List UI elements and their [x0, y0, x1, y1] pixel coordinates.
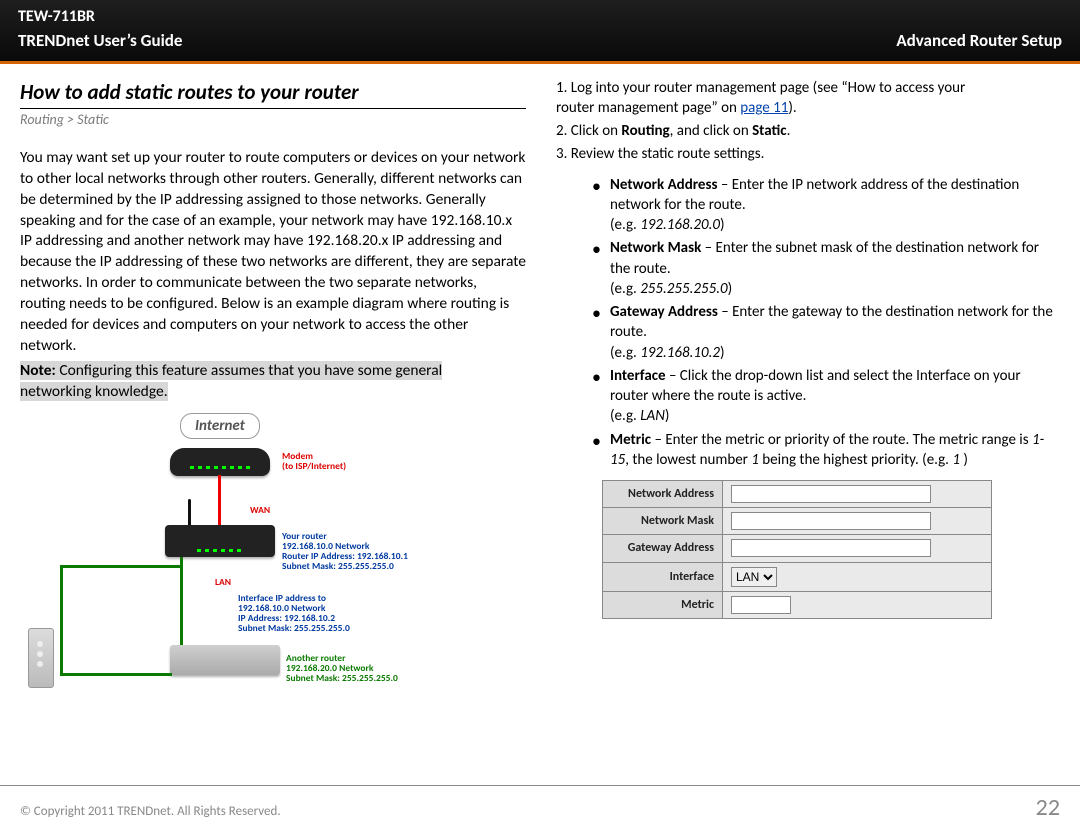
bullet-gateway-address: Gateway Address – Enter the gateway to t… — [592, 302, 1060, 363]
row-label-network-mask: Network Mask — [603, 508, 723, 535]
modem-icon — [170, 448, 270, 476]
gateway-address-input[interactable] — [731, 539, 931, 557]
row-label-gateway-address: Gateway Address — [603, 535, 723, 562]
intro-paragraph: You may want set up your router to route… — [20, 148, 526, 357]
step-2: 2. Click on Routing, and click on Static… — [556, 121, 1060, 141]
guide-title: TRENDnet User’s Guide — [18, 30, 182, 53]
bullet-network-mask: Network Mask – Enter the subnet mask of … — [592, 238, 1060, 299]
internet-label: Internet — [180, 413, 260, 439]
wire-lan-h — [60, 565, 182, 568]
row-label-network-address: Network Address — [603, 481, 723, 508]
right-column: 1. Log into your router management page … — [554, 78, 1060, 713]
steps: 1. Log into your router management page … — [556, 78, 1060, 165]
another-router-icon — [170, 645, 280, 675]
table-row: Gateway Address — [603, 535, 992, 562]
wire-lan-to-switch-l — [60, 565, 63, 675]
router-icon — [165, 525, 275, 557]
wire-switch-h — [60, 673, 172, 676]
bullet-metric: Metric – Enter the metric or priority of… — [592, 430, 1060, 471]
static-route-table: Network Address Network Mask Gateway Add… — [602, 480, 992, 619]
header-section: Advanced Router Setup — [896, 30, 1062, 53]
step-1: 1. Log into your router management page … — [556, 78, 1060, 119]
bullet-network-address: Network Address – Enter the IP network a… — [592, 175, 1060, 236]
table-row: Metric — [603, 591, 992, 618]
copyright: © Copyright 2011 TRENDnet. All Rights Re… — [20, 803, 281, 821]
lan-label: LAN — [215, 577, 231, 587]
section-title: How to add static routes to your router — [20, 78, 526, 109]
yr-mask: Subnet Mask: 255.255.255.0 — [282, 561, 394, 571]
note-lead: Note: — [20, 361, 56, 380]
wan-label: WAN — [250, 505, 270, 515]
note-rest: Configuring this feature assumes that yo… — [56, 361, 442, 380]
param-bullets: Network Address – Enter the IP network a… — [592, 175, 1060, 471]
model-code: TEW-711BR — [18, 6, 182, 28]
step-3: 3. Review the static route settings. — [556, 144, 1060, 164]
network-diagram: Internet Modem (to ISP/Internet) WAN You… — [20, 413, 440, 713]
metric-input[interactable] — [731, 596, 791, 614]
page-header: TEW-711BR TRENDnet User’s Guide Advanced… — [0, 0, 1080, 64]
network-address-input[interactable] — [731, 485, 931, 503]
bullet-interface: Interface – Click the drop-down list and… — [592, 366, 1060, 427]
modem-label-2: (to ISP/Internet) — [282, 461, 346, 471]
iface4: Subnet Mask: 255.255.255.0 — [238, 623, 350, 633]
wire-wan — [218, 475, 221, 525]
page-link[interactable]: page 11 — [740, 99, 788, 117]
table-row: Network Address — [603, 481, 992, 508]
note-line2: networking knowledge. — [20, 382, 168, 401]
wire-lan-to-switch-r — [180, 565, 183, 645]
network-mask-input[interactable] — [731, 512, 931, 530]
page-number: 22 — [1036, 792, 1060, 824]
table-row: Interface LAN — [603, 562, 992, 591]
left-column: How to add static routes to your router … — [20, 78, 526, 713]
breadcrumb: Routing > Static — [20, 111, 526, 130]
page-footer: © Copyright 2011 TRENDnet. All Rights Re… — [0, 785, 1080, 824]
table-row: Network Mask — [603, 508, 992, 535]
interface-select[interactable]: LAN — [731, 567, 777, 587]
row-label-interface: Interface — [603, 562, 723, 591]
note-line: Note: Configuring this feature assumes t… — [20, 361, 526, 403]
row-label-metric: Metric — [603, 591, 723, 618]
computer-icon — [28, 628, 54, 688]
an-mask: Subnet Mask: 255.255.255.0 — [286, 673, 398, 683]
